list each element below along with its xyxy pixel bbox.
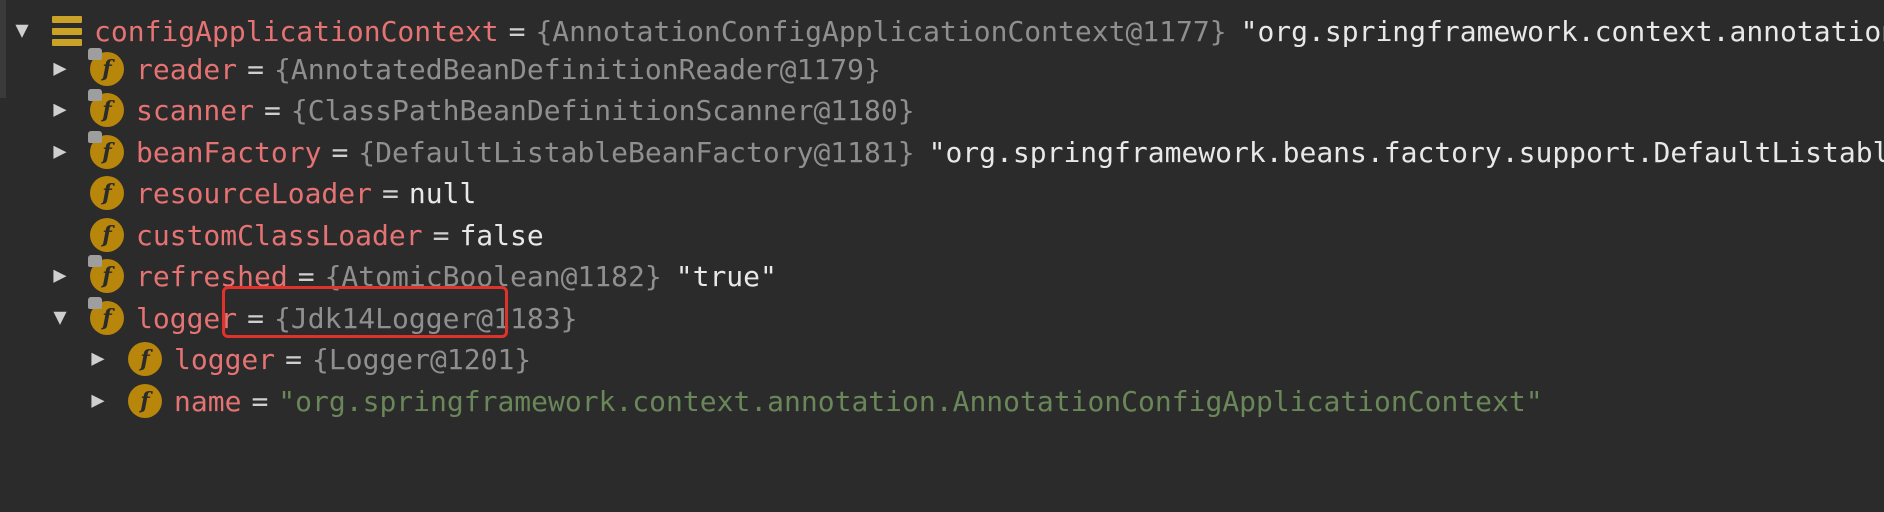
field-icon: f — [128, 384, 162, 418]
object-reference: {AnnotatedBeanDefinitionReader@1179} — [274, 52, 881, 86]
variable-name: scanner — [136, 93, 255, 127]
null-value: null — [408, 176, 477, 210]
field-icon: f — [88, 255, 124, 293]
equals-sign: = — [247, 52, 265, 86]
field-icon: f — [88, 89, 124, 127]
field-icon: f — [88, 297, 124, 335]
equals-sign: = — [508, 14, 526, 48]
variable-name: customClassLoader — [136, 218, 423, 252]
variable-name: beanFactory — [136, 135, 322, 169]
object-reference: {DefaultListableBeanFactory@1181} — [358, 135, 915, 169]
variable-name: logger — [174, 342, 276, 376]
field-icon: f — [90, 176, 124, 210]
tree-row-logger-name[interactable]: ▶ f name = "org.springframework.context.… — [86, 376, 1543, 426]
field-icon: f — [88, 48, 124, 86]
field-icon: f — [90, 218, 124, 252]
final-pin-icon — [88, 131, 102, 143]
collapse-toggle-icon[interactable]: ▶ — [48, 140, 72, 164]
final-pin-icon — [88, 48, 102, 60]
collapse-toggle-icon[interactable]: ▶ — [86, 389, 110, 413]
object-reference: {Logger@1201} — [312, 342, 532, 376]
debugger-variables-panel: ▼ configApplicationContext = {Annotation… — [0, 0, 1884, 512]
equals-sign: = — [432, 218, 450, 252]
expand-toggle-icon[interactable]: ▼ — [48, 306, 72, 330]
gutter-mark — [0, 0, 6, 98]
equals-sign: = — [251, 384, 269, 418]
string-value: "true" — [675, 259, 777, 293]
variable-name: name — [174, 384, 242, 418]
equals-sign: = — [331, 135, 349, 169]
string-value: "org.springframework.beans.factory.suppo… — [928, 135, 1884, 169]
collapse-toggle-icon[interactable]: ▶ — [48, 98, 72, 122]
object-reference: {ClassPathBeanDefinitionScanner@1180} — [290, 93, 915, 127]
equals-sign: = — [285, 342, 303, 376]
string-value: "org.springframework.context.annotation.… — [278, 384, 1543, 418]
final-pin-icon — [88, 89, 102, 101]
annotation-highlight-box — [222, 286, 508, 338]
object-reference: {AnnotationConfigApplicationContext@1177… — [535, 14, 1227, 48]
final-pin-icon — [88, 297, 102, 309]
equals-sign: = — [382, 176, 399, 210]
boolean-value: false — [459, 218, 544, 252]
final-pin-icon — [88, 255, 102, 267]
expand-toggle-icon[interactable]: ▼ — [10, 19, 34, 43]
variable-name: configApplicationContext — [94, 14, 499, 48]
collapse-toggle-icon[interactable]: ▶ — [86, 347, 110, 371]
string-value: "org.springframework.context.annotation… — [1240, 14, 1884, 48]
field-icon: f — [88, 131, 124, 169]
field-icon: f — [128, 342, 162, 376]
equals-sign: = — [264, 93, 281, 127]
variable-name: resourceLoader — [136, 176, 373, 210]
collapse-toggle-icon[interactable]: ▶ — [48, 57, 72, 81]
collapse-toggle-icon[interactable]: ▶ — [48, 264, 72, 288]
object-stack-icon — [52, 16, 82, 46]
variable-name: reader — [136, 52, 238, 86]
